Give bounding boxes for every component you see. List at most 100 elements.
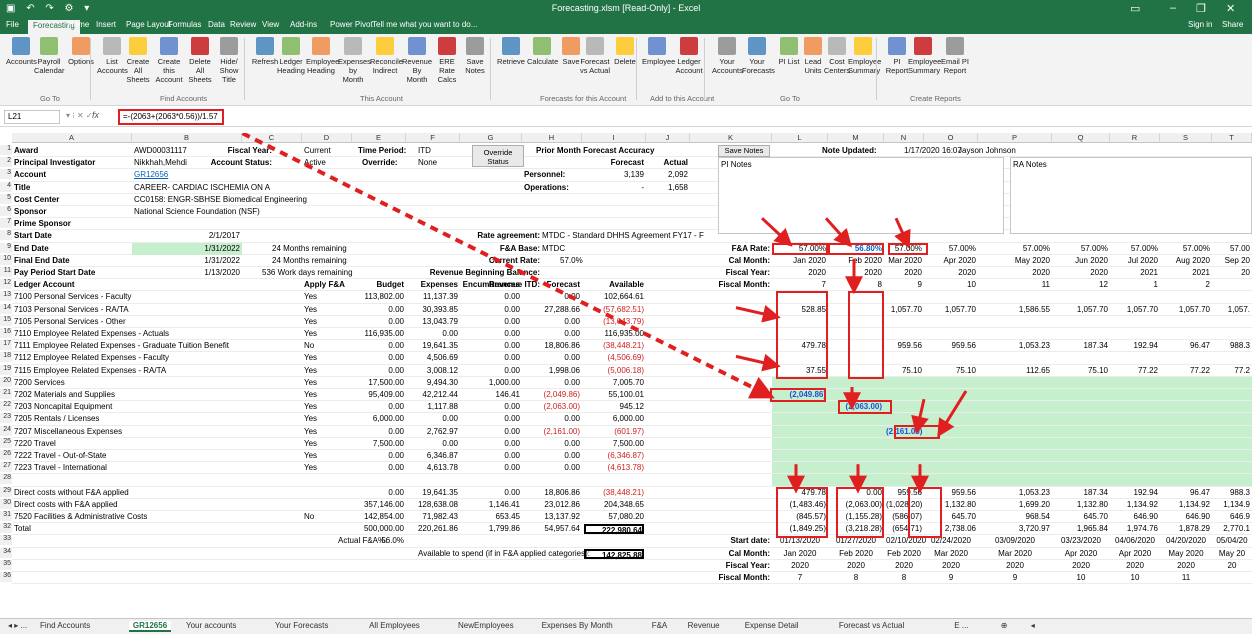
ribbon-tab-tell-me-what-you-want-to-do-[interactable]: Tell me what you want to do... xyxy=(372,20,477,29)
column-header-P[interactable]: P xyxy=(978,133,1052,143)
minimize-icon[interactable]: – xyxy=(1170,2,1176,14)
column-header-N[interactable]: N xyxy=(884,133,924,143)
ribbon-button-delete-all-sheets[interactable]: Delete All Sheets xyxy=(185,37,215,84)
name-box[interactable]: L21 xyxy=(4,110,60,124)
sheet-tab-newemployees[interactable]: NewEmployees xyxy=(458,621,514,630)
row-header-25[interactable]: 25 xyxy=(0,437,12,448)
row-header-14[interactable]: 14 xyxy=(0,303,12,314)
ribbon-tab-home[interactable]: Home xyxy=(68,20,89,29)
row-header-22[interactable]: 22 xyxy=(0,401,12,412)
row-header-4[interactable]: 4 xyxy=(0,181,12,192)
close-icon[interactable]: ✕ xyxy=(1226,2,1235,15)
column-header-C[interactable]: C xyxy=(242,133,302,143)
column-header-Q[interactable]: Q xyxy=(1052,133,1110,143)
ribbon-tab-formulas[interactable]: Formulas xyxy=(168,20,201,29)
row-header-13[interactable]: 13 xyxy=(0,291,12,302)
column-header-L[interactable]: L xyxy=(772,133,828,143)
sheet-tab-expenses-by-month[interactable]: Expenses By Month xyxy=(542,621,613,630)
ribbon-button-options[interactable]: Options xyxy=(66,37,96,66)
row-header-33[interactable]: 33 xyxy=(0,535,12,546)
row-header-15[interactable]: 15 xyxy=(0,315,12,326)
fx-icon[interactable]: fx xyxy=(92,110,99,120)
ribbon-button-accounts[interactable]: Accounts xyxy=(6,37,37,66)
sheet-tab-your-accounts[interactable]: Your accounts xyxy=(186,621,236,630)
row-header-5[interactable]: 5 xyxy=(0,193,12,204)
ribbon-button-employee[interactable]: Employee xyxy=(642,37,675,66)
ribbon-button-your-accounts[interactable]: Your Accounts xyxy=(712,37,743,75)
column-header-O[interactable]: O xyxy=(924,133,978,143)
row-header-27[interactable]: 27 xyxy=(0,462,12,473)
row-header-17[interactable]: 17 xyxy=(0,340,12,351)
ribbon-tab-insert[interactable]: Insert xyxy=(96,20,116,29)
share-button[interactable]: Share xyxy=(1222,20,1243,29)
ribbon-button-payroll-calendar[interactable]: Payroll Calendar xyxy=(34,37,64,75)
override-status-button[interactable]: Override Status xyxy=(472,145,524,167)
sheet-nav-arrows[interactable]: ◂ ▸ ... xyxy=(8,621,27,630)
worksheet-grid[interactable]: A B C D E F G H I J K L M N O P Q R S T 1 2 3 4 5 6 7 8 9 10 11 12 13 14 1… xyxy=(0,133,1252,613)
column-header-F[interactable]: F xyxy=(406,133,460,143)
row-header-30[interactable]: 30 xyxy=(0,498,12,509)
row-header-6[interactable]: 6 xyxy=(0,206,12,216)
ribbon-tab-page-layout[interactable]: Page Layout xyxy=(126,20,171,29)
ribbon-tab-power-pivot[interactable]: Power Pivot xyxy=(330,20,373,29)
ribbon-tab-view[interactable]: View xyxy=(262,20,279,29)
row-header-32[interactable]: 32 xyxy=(0,523,12,534)
restore-icon[interactable]: ❐ xyxy=(1196,2,1206,15)
ribbon-button-reconcile-indirect[interactable]: Reconcile Indirect xyxy=(370,37,403,75)
sheet-tab-expense-detail[interactable]: Expense Detail xyxy=(745,621,799,630)
row-header-34[interactable]: 34 xyxy=(0,547,12,558)
column-header-E[interactable]: E xyxy=(352,133,406,143)
row-header-29[interactable]: 29 xyxy=(0,486,12,497)
row-header-16[interactable]: 16 xyxy=(0,328,12,338)
column-header-S[interactable]: S xyxy=(1160,133,1212,143)
column-header-D[interactable]: D xyxy=(302,133,352,143)
sign-in-link[interactable]: Sign in xyxy=(1188,20,1212,29)
sheet-tab-all-employees[interactable]: All Employees xyxy=(369,621,420,630)
ribbon-button-forecast-vs-actual[interactable]: Forecast vs Actual xyxy=(580,37,610,75)
sheet-tab-revenue[interactable]: Revenue xyxy=(688,621,720,630)
pi-notes-box[interactable]: PI Notes xyxy=(718,157,1004,235)
formula-input[interactable]: =-(2063+(2063*0.56))/1.57 xyxy=(118,109,224,125)
row-header-10[interactable]: 10 xyxy=(0,254,12,265)
row-header-21[interactable]: 21 xyxy=(0,389,12,399)
sheet-tab-gr12656[interactable]: GR12656 xyxy=(128,621,172,632)
column-header-G[interactable]: G xyxy=(460,133,522,143)
row-header-23[interactable]: 23 xyxy=(0,413,12,424)
row-header-35[interactable]: 35 xyxy=(0,559,12,570)
row-header-26[interactable]: 26 xyxy=(0,450,12,460)
ribbon-button-email-pi-report[interactable]: Email PI Report xyxy=(940,37,970,75)
row-header-7[interactable]: 7 xyxy=(0,218,12,229)
row-header-36[interactable]: 36 xyxy=(0,572,12,582)
column-header-A[interactable]: A xyxy=(12,133,132,143)
row-header-31[interactable]: 31 xyxy=(0,511,12,521)
ribbon-tab-review[interactable]: Review xyxy=(230,20,256,29)
add-sheet-icon[interactable]: ⊕ xyxy=(1001,621,1008,630)
sheet-tab-e-[interactable]: E ... xyxy=(954,621,968,630)
column-header-H[interactable]: H xyxy=(522,133,582,143)
ra-notes-box[interactable]: RA Notes xyxy=(1010,157,1252,235)
save-notes-button[interactable]: Save Notes xyxy=(718,145,770,157)
ribbon-button-expenses-by-month[interactable]: Expenses by Month xyxy=(338,37,371,84)
sheet-tab-your-forecasts[interactable]: Your Forecasts xyxy=(275,621,329,630)
ribbon-button-employee-heading[interactable]: Employee Heading xyxy=(306,37,339,75)
ribbon-button-calculate[interactable]: Calculate xyxy=(527,37,558,66)
row-header-3[interactable]: 3 xyxy=(0,169,12,180)
ribbon-button-ere-rate-calcs[interactable]: ERE Rate Calcs xyxy=(432,37,462,84)
row-header-18[interactable]: 18 xyxy=(0,352,12,363)
ribbon-button-ledger-account[interactable]: Ledger Account xyxy=(674,37,704,75)
row-header-19[interactable]: 19 xyxy=(0,364,12,375)
row-header-24[interactable]: 24 xyxy=(0,425,12,436)
horizontal-scrollbar[interactable]: ◂ xyxy=(1031,621,1035,630)
row-header-20[interactable]: 20 xyxy=(0,376,12,387)
column-header-I[interactable]: I xyxy=(582,133,646,143)
column-header-T[interactable]: T xyxy=(1212,133,1252,143)
ribbon-display-icon[interactable]: ▭ xyxy=(1130,2,1140,15)
ribbon-button-retrieve[interactable]: Retrieve xyxy=(496,37,526,66)
ribbon-tab-add-ins[interactable]: Add-ins xyxy=(290,20,317,29)
ribbon-tab-file[interactable]: File xyxy=(6,20,19,29)
row-header-11[interactable]: 11 xyxy=(0,267,12,277)
account-link[interactable]: GR12656 xyxy=(134,170,240,180)
row-header-1[interactable]: 1 xyxy=(0,145,12,155)
column-header-B[interactable]: B xyxy=(132,133,242,143)
ribbon-button-revenue-by-month[interactable]: Revenue By Month xyxy=(402,37,432,84)
